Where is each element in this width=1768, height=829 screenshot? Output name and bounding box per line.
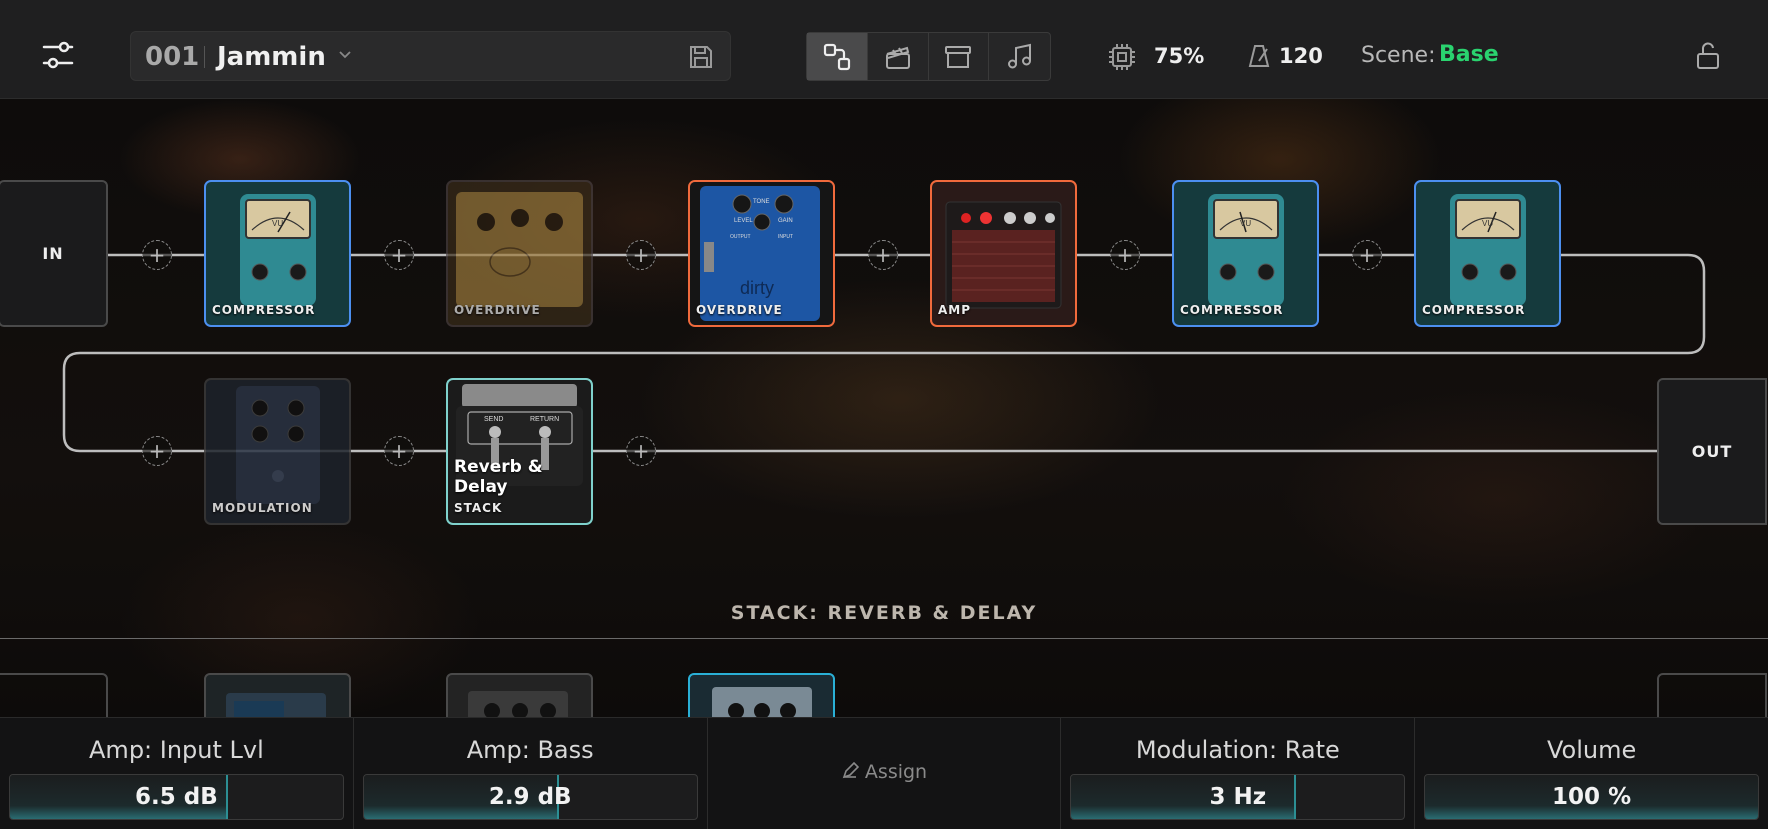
settings-sliders-icon[interactable] bbox=[40, 37, 76, 73]
add-block-button[interactable]: + bbox=[142, 240, 172, 270]
quick-control-slider[interactable]: 6.5 dB bbox=[9, 774, 344, 820]
routing-icon[interactable] bbox=[807, 33, 868, 80]
assign-button[interactable]: Assign bbox=[708, 761, 1061, 783]
cpu-icon bbox=[1106, 41, 1138, 73]
stack-block-selected[interactable] bbox=[688, 673, 835, 717]
quick-control-amp-input[interactable]: Amp: Input Lvl 6.5 dB bbox=[0, 718, 354, 829]
view-switcher bbox=[806, 32, 1051, 81]
input-node[interactable]: IN bbox=[0, 180, 108, 327]
scenes-icon[interactable] bbox=[868, 33, 929, 80]
block-modulation[interactable]: MODULATION bbox=[204, 378, 351, 525]
add-block-button[interactable]: + bbox=[1352, 240, 1382, 270]
stack-pedal-image bbox=[712, 687, 812, 717]
block-label: COMPRESSOR bbox=[1180, 303, 1284, 317]
output-label: OUT bbox=[1691, 442, 1733, 461]
stack-input-node[interactable] bbox=[0, 673, 108, 717]
block-compressor[interactable]: VU COMPRESSOR bbox=[1414, 180, 1561, 327]
quick-control-value: 2.9 dB bbox=[488, 784, 572, 810]
assign-slot[interactable]: Assign bbox=[708, 718, 1062, 829]
svg-text:TONE: TONE bbox=[753, 199, 770, 205]
music-icon[interactable] bbox=[989, 33, 1050, 80]
svg-text:LEVEL: LEVEL bbox=[734, 218, 753, 224]
quick-control-value: 100 % bbox=[1552, 784, 1632, 810]
add-block-button[interactable]: + bbox=[142, 436, 172, 466]
block-compressor[interactable]: VU COMPRESSOR bbox=[204, 180, 351, 327]
delay-pedal-image bbox=[226, 693, 326, 717]
assign-label: Assign bbox=[864, 761, 928, 783]
svg-text:SEND: SEND bbox=[484, 416, 503, 423]
preset-selector[interactable]: 001 Jammin bbox=[130, 31, 731, 81]
svg-text:VU: VU bbox=[272, 219, 283, 228]
scene-value[interactable]: Base bbox=[1439, 42, 1499, 67]
block-label: STACK bbox=[454, 501, 503, 515]
unlock-icon[interactable] bbox=[1694, 41, 1722, 71]
quick-control-slider[interactable]: 2.9 dB bbox=[362, 774, 698, 820]
scene-label: Scene: bbox=[1361, 43, 1436, 68]
svg-text:INPUT: INPUT bbox=[778, 234, 793, 240]
add-block-button[interactable]: + bbox=[868, 240, 898, 270]
block-amp[interactable]: AMP bbox=[930, 180, 1077, 327]
svg-text:OUTPUT: OUTPUT bbox=[730, 234, 751, 240]
preset-divider bbox=[204, 46, 205, 68]
save-icon[interactable] bbox=[687, 43, 715, 71]
block-overdrive-selected[interactable]: TONE LEVEL GAIN OUTPUT INPUT dirty OVERD… bbox=[688, 180, 835, 327]
block-label: OVERDRIVE bbox=[696, 303, 783, 317]
quick-controls-bar: Amp: Input Lvl 6.5 dB Amp: Bass 2.9 dB A… bbox=[0, 717, 1768, 829]
stack-section-title: STACK: REVERB & DELAY bbox=[730, 602, 1038, 624]
quick-control-title: Volume bbox=[1546, 736, 1637, 764]
edit-icon bbox=[841, 761, 865, 783]
quick-control-amp-bass[interactable]: Amp: Bass 2.9 dB bbox=[354, 718, 708, 829]
metronome-icon[interactable] bbox=[1246, 43, 1272, 69]
signal-chain-canvas: IN OUT + + + + + + + + + VU COMPRESSOR O… bbox=[0, 99, 1768, 717]
quick-control-title: Amp: Input Lvl bbox=[89, 736, 264, 764]
svg-text:VU: VU bbox=[1482, 219, 1493, 228]
block-stack-reverb-delay[interactable]: SEND RETURN Reverb & Delay STACK bbox=[446, 378, 593, 525]
preset-number: 001 bbox=[145, 42, 200, 72]
top-bar: 001 Jammin 75% 120 Scene: Base bbox=[0, 0, 1768, 99]
block-compressor[interactable]: VU COMPRESSOR bbox=[1172, 180, 1319, 327]
block-label: COMPRESSOR bbox=[1422, 303, 1526, 317]
add-block-button[interactable]: + bbox=[384, 436, 414, 466]
svg-text:RETURN: RETURN bbox=[530, 416, 559, 423]
preset-name: Jammin bbox=[217, 42, 326, 72]
add-block-button[interactable]: + bbox=[384, 240, 414, 270]
quick-control-value: 3 Hz bbox=[1209, 784, 1267, 810]
stack-block-delay[interactable] bbox=[204, 673, 351, 717]
stack-title-label: Reverb & Delay bbox=[454, 457, 543, 497]
stack-divider bbox=[0, 638, 1768, 639]
add-block-button[interactable]: + bbox=[1110, 240, 1140, 270]
stack-block-reverb[interactable] bbox=[446, 673, 593, 717]
block-label: AMP bbox=[938, 303, 972, 317]
add-block-button[interactable]: + bbox=[626, 240, 656, 270]
input-label: IN bbox=[42, 244, 64, 263]
block-label: MODULATION bbox=[212, 501, 313, 515]
quick-control-value: 6.5 dB bbox=[135, 784, 218, 810]
quick-control-title: Modulation: Rate bbox=[1135, 736, 1340, 764]
block-label: COMPRESSOR bbox=[212, 303, 316, 317]
block-label: OVERDRIVE bbox=[454, 303, 541, 317]
cpu-usage: 75% bbox=[1154, 44, 1205, 68]
quick-control-volume[interactable]: Volume 100 % bbox=[1415, 718, 1768, 829]
stack-output-node[interactable] bbox=[1657, 673, 1767, 717]
quick-control-slider[interactable]: 100 % bbox=[1424, 774, 1759, 820]
tempo-value[interactable]: 120 bbox=[1279, 44, 1323, 68]
reverb-pedal-image bbox=[468, 691, 568, 717]
output-node[interactable]: OUT bbox=[1657, 378, 1767, 525]
chevron-down-icon[interactable] bbox=[337, 46, 353, 62]
block-overdrive[interactable]: OVERDRIVE bbox=[446, 180, 593, 327]
svg-text:VU: VU bbox=[1240, 219, 1251, 228]
archive-icon[interactable] bbox=[929, 33, 990, 80]
svg-text:GAIN: GAIN bbox=[778, 218, 793, 224]
quick-control-title: Amp: Bass bbox=[466, 736, 594, 764]
svg-text:dirty: dirty bbox=[740, 278, 774, 298]
add-block-button[interactable]: + bbox=[626, 436, 656, 466]
quick-control-slider[interactable]: 3 Hz bbox=[1070, 774, 1406, 820]
quick-control-modulation-rate[interactable]: Modulation: Rate 3 Hz bbox=[1061, 718, 1416, 829]
